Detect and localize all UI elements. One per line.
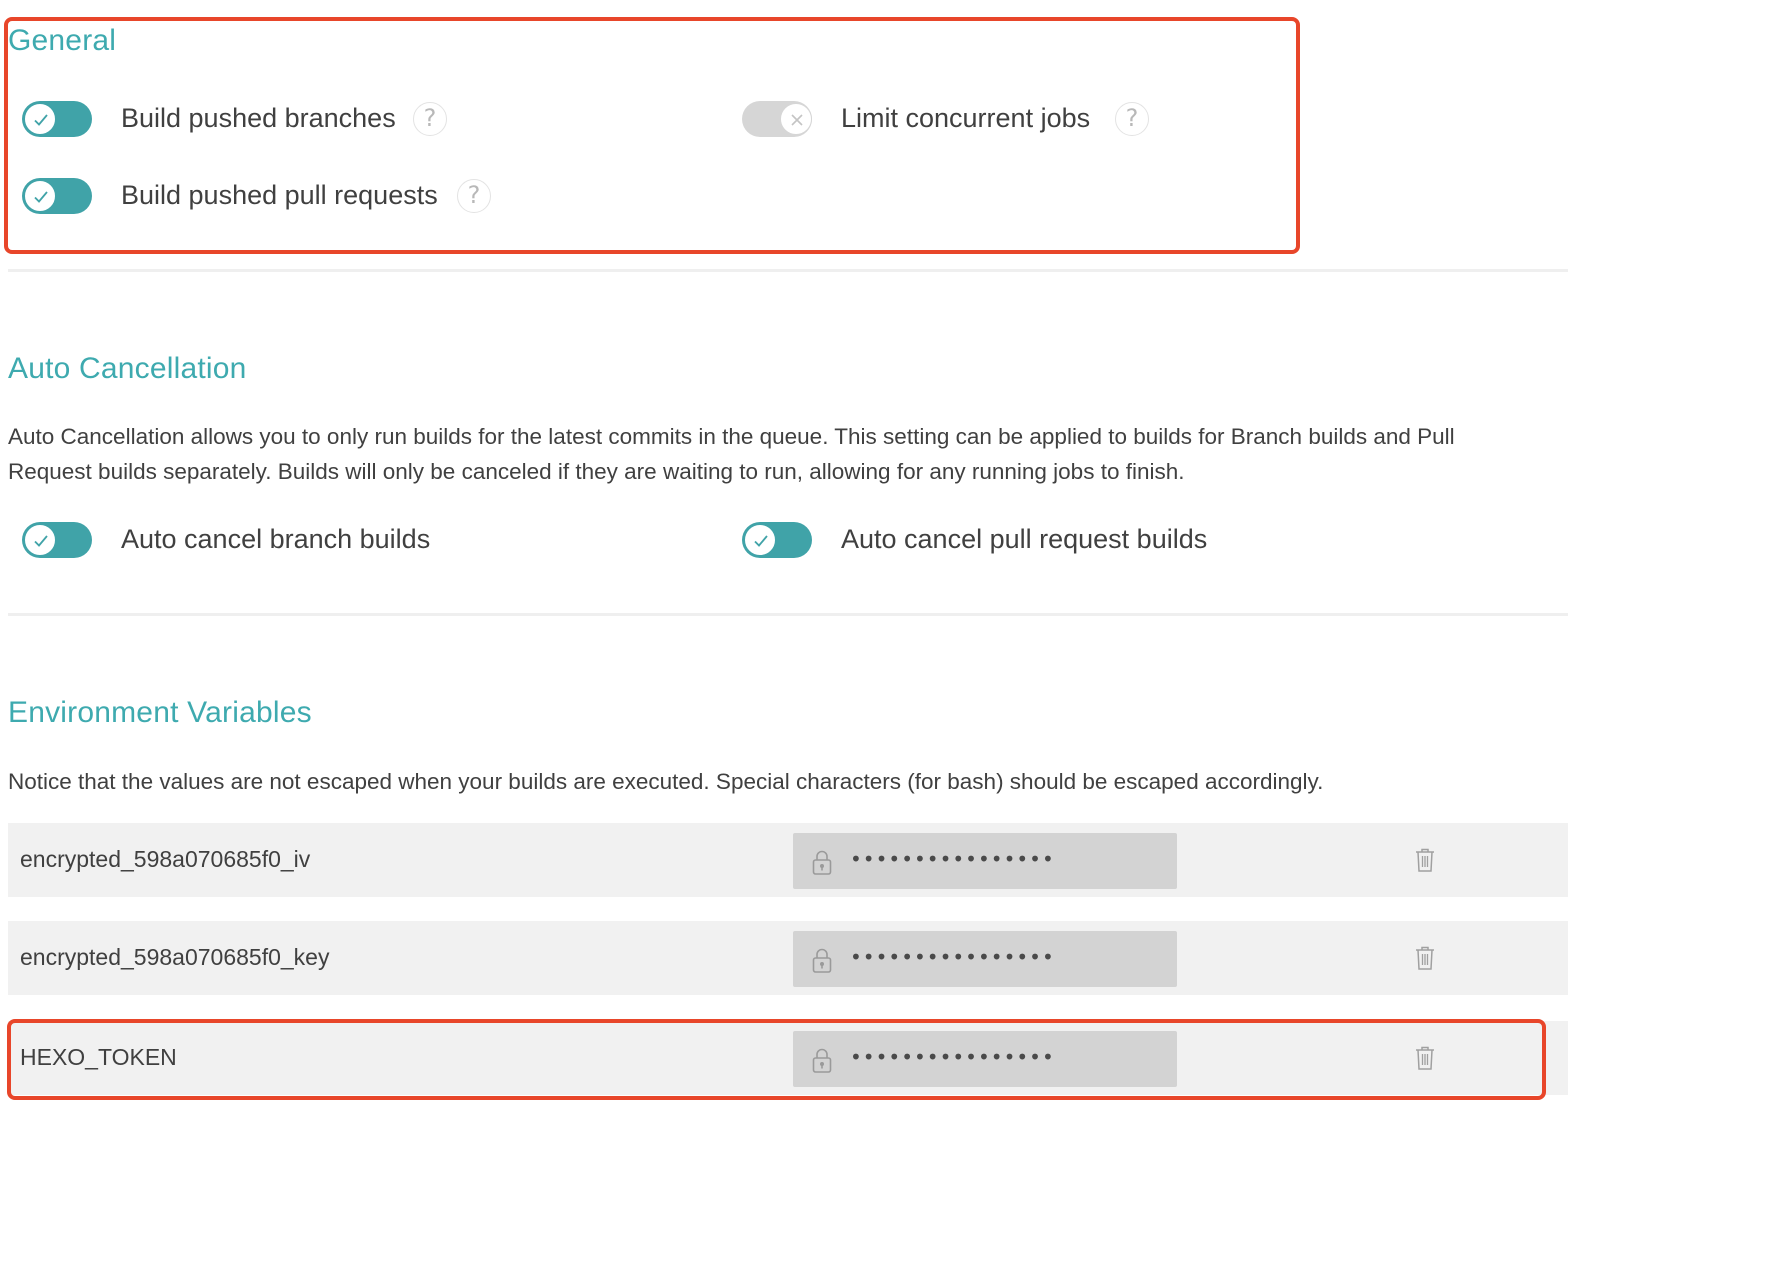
check-icon <box>34 114 48 126</box>
knob <box>24 524 56 556</box>
help-icon[interactable]: ? <box>413 102 447 136</box>
env-var-name: encrypted_598a070685f0_key <box>20 944 330 970</box>
environment-variables-notice: Notice that the values are not escaped w… <box>8 769 1324 794</box>
env-var-name: HEXO_TOKEN <box>20 1044 177 1070</box>
help-icon[interactable]: ? <box>457 179 491 213</box>
lock-icon <box>812 1048 832 1073</box>
trash-icon[interactable] <box>1414 1045 1436 1071</box>
auto-cancel-pull-request-builds-toggle[interactable] <box>742 522 812 558</box>
env-var-row: HEXO_TOKEN •••••••••••••••• <box>8 1021 1568 1095</box>
env-var-value-field: •••••••••••••••• <box>793 931 1177 987</box>
limit-concurrent-jobs-toggle[interactable] <box>742 101 812 137</box>
description-line: Request builds separately. Builds will o… <box>8 459 1185 484</box>
env-var-row: encrypted_598a070685f0_key •••••••••••••… <box>8 921 1568 995</box>
env-var-row: encrypted_598a070685f0_iv ••••••••••••••… <box>8 823 1568 897</box>
section-divider <box>8 269 1568 272</box>
build-pushed-pull-requests-label: Build pushed pull requests <box>121 180 438 210</box>
auto-cancel-pull-request-builds-label: Auto cancel pull request builds <box>841 524 1208 554</box>
auto-cancel-branch-builds-toggle[interactable] <box>22 522 92 558</box>
trash-icon[interactable] <box>1414 847 1436 873</box>
env-var-name: encrypted_598a070685f0_iv <box>20 846 311 872</box>
check-icon <box>34 535 48 547</box>
description-line: Auto Cancellation allows you to only run… <box>8 424 1455 449</box>
masked-value: •••••••••••••••• <box>850 1045 1055 1069</box>
annotation-highlight-general <box>4 17 1300 254</box>
trash-icon[interactable] <box>1414 945 1436 971</box>
check-icon <box>754 535 768 547</box>
masked-value: •••••••••••••••• <box>850 847 1055 871</box>
env-var-value-field: •••••••••••••••• <box>793 1031 1177 1087</box>
knob <box>24 103 56 135</box>
help-icon[interactable]: ? <box>1115 102 1149 136</box>
build-pushed-branches-label: Build pushed branches <box>121 103 396 133</box>
environment-variables-heading: Environment Variables <box>8 696 312 729</box>
limit-concurrent-jobs-label: Limit concurrent jobs <box>841 103 1091 133</box>
lock-icon <box>812 850 832 875</box>
auto-cancel-branch-builds-label: Auto cancel branch builds <box>121 524 431 554</box>
env-var-value-field: •••••••••••••••• <box>793 833 1177 889</box>
auto-cancellation-description: Auto Cancellation allows you to only run… <box>8 419 1548 489</box>
build-pushed-pull-requests-toggle[interactable] <box>22 178 92 214</box>
check-icon <box>34 191 48 203</box>
section-divider <box>8 613 1568 616</box>
masked-value: •••••••••••••••• <box>850 945 1055 969</box>
general-heading: General <box>8 24 117 57</box>
knob <box>744 524 776 556</box>
knob <box>780 103 812 135</box>
build-pushed-branches-toggle[interactable] <box>22 101 92 137</box>
x-icon <box>791 114 803 126</box>
lock-icon <box>812 948 832 973</box>
knob <box>24 180 56 212</box>
auto-cancellation-heading: Auto Cancellation <box>8 352 247 385</box>
